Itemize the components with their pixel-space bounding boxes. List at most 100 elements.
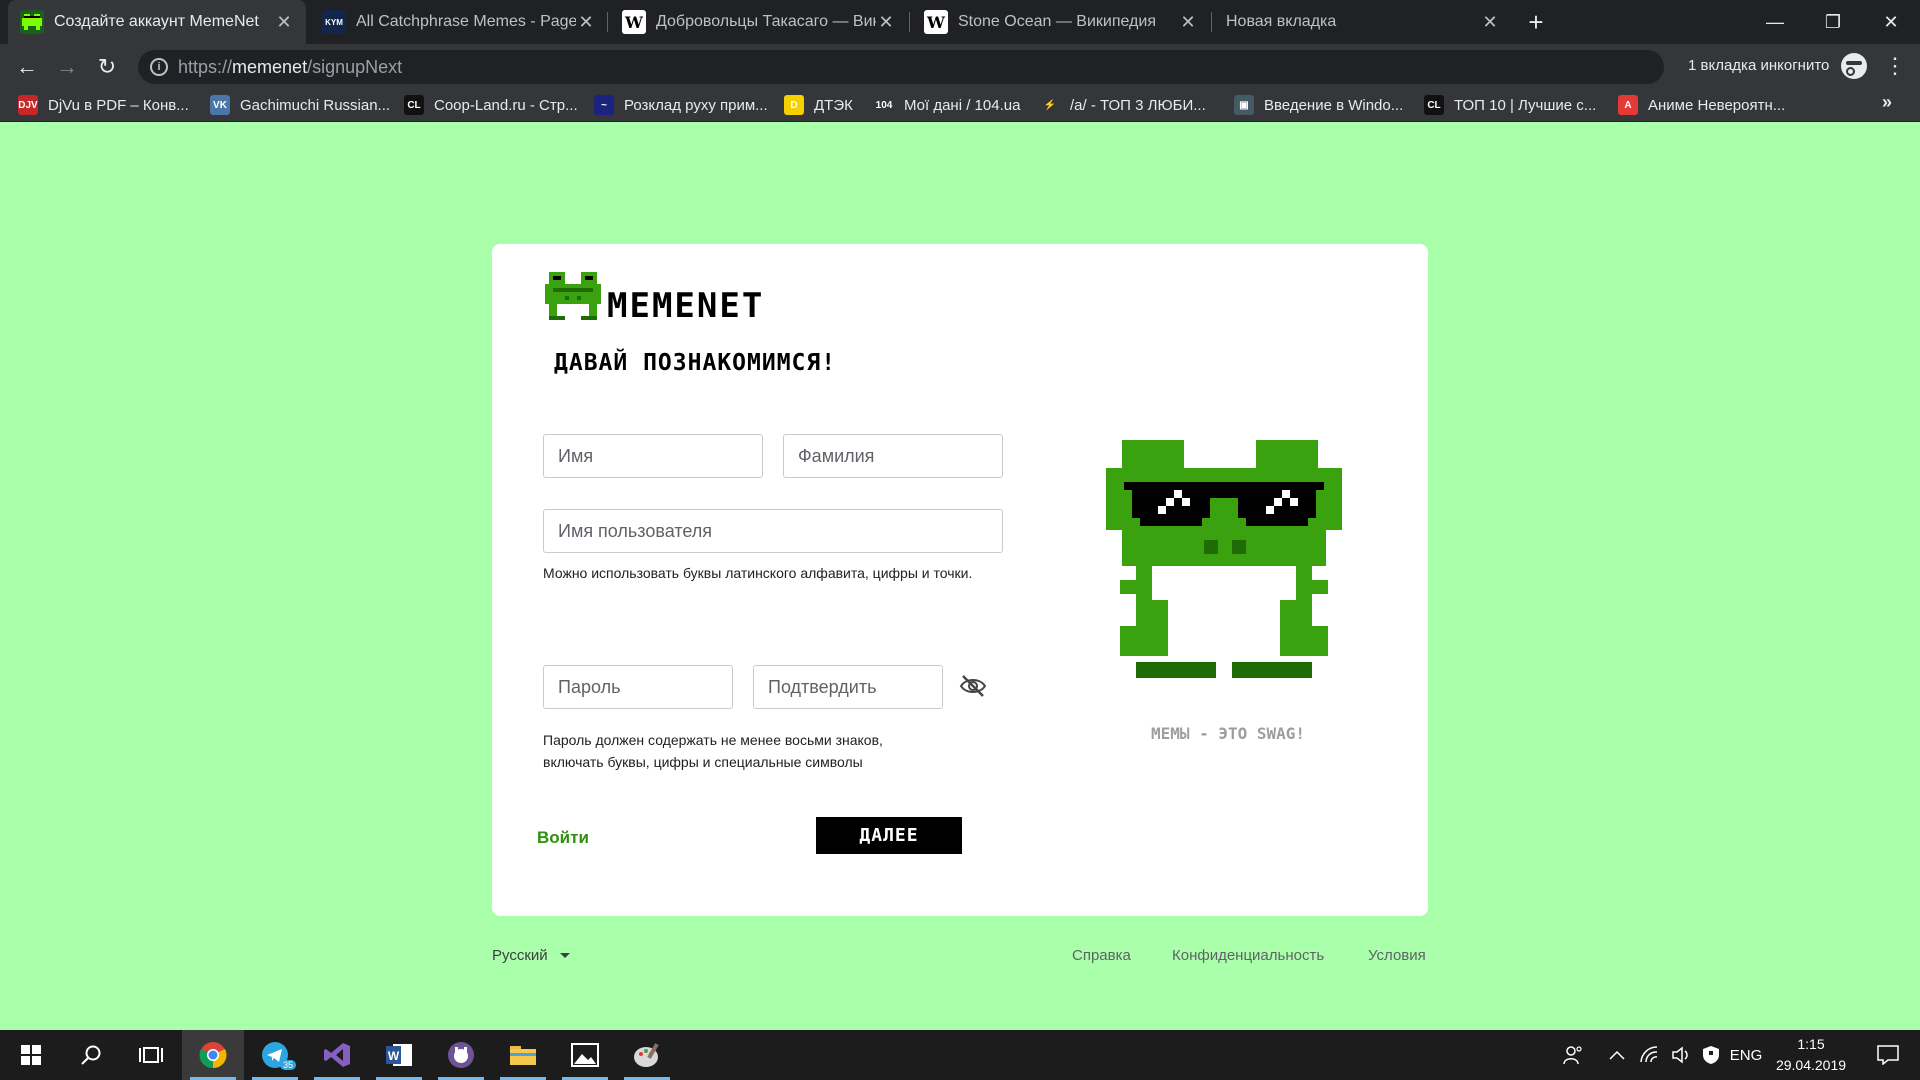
clock-date: 29.04.2019 <box>1775 1057 1847 1073</box>
reload-button[interactable]: ↻ <box>90 50 124 84</box>
hide-password-icon[interactable] <box>958 671 988 701</box>
site-info-icon[interactable]: i <box>150 58 168 76</box>
bookmark-label: Аниме Невероятн... <box>1648 96 1786 114</box>
bookmark-label: ДТЭК <box>814 96 853 114</box>
last-name-field[interactable] <box>783 434 1003 478</box>
bookmark-item[interactable]: 104 Мої дані / 104.ua <box>874 94 1020 116</box>
tab-catchphrase-memes[interactable]: KYM All Catchphrase Memes - Page 9 ✕ <box>310 0 608 44</box>
taskbar-paint[interactable] <box>616 1030 678 1080</box>
bookmark-favicon-icon: CL <box>404 95 424 115</box>
file-explorer-icon <box>510 1046 536 1065</box>
close-tab-icon[interactable]: ✕ <box>876 12 896 33</box>
username-field[interactable] <box>543 509 1003 553</box>
bookmark-item[interactable]: CL Coop-Land.ru - Стр... <box>404 94 578 116</box>
word-icon: W <box>386 1044 412 1066</box>
bookmark-item[interactable]: CL ТОП 10 | Лучшие с... <box>1424 94 1596 116</box>
tab-takasago[interactable]: W Добровольцы Такасаго — Вики ✕ <box>610 0 908 44</box>
taskbar-photos[interactable] <box>554 1030 616 1080</box>
taskbar-github[interactable] <box>430 1030 492 1080</box>
browser-menu-icon[interactable]: ⋮ <box>1880 49 1910 83</box>
bookmark-favicon-icon: 104 <box>874 95 894 115</box>
paint-icon <box>634 1043 659 1067</box>
incognito-label: 1 вкладка инкогнито <box>1688 57 1830 74</box>
next-button[interactable]: ДАЛЕЕ <box>816 817 962 854</box>
language-selector[interactable]: Русский <box>492 947 570 964</box>
bookmark-item[interactable]: DJV DjVu в PDF – Конв... <box>18 94 189 116</box>
tab-divider <box>909 12 910 32</box>
taskbar-chrome[interactable] <box>182 1030 244 1080</box>
svg-text:W: W <box>388 1049 400 1063</box>
notifications-icon[interactable] <box>1864 1030 1912 1080</box>
bookmark-item[interactable]: D ДТЭК <box>784 94 853 116</box>
memenet-logo-text: MEMENET <box>607 286 765 326</box>
bookmark-favicon-icon: ⚡ <box>1040 95 1060 115</box>
bookmark-item[interactable]: A Аниме Невероятн... <box>1618 94 1785 116</box>
tab-title: Новая вкладка <box>1226 13 1337 30</box>
clock-time: 1:15 <box>1797 1036 1825 1052</box>
tab-memenet[interactable]: Создайте аккаунт MemeNet ✕ <box>8 0 306 44</box>
close-tab-icon[interactable]: ✕ <box>274 12 294 33</box>
search-icon <box>81 1045 101 1065</box>
back-button[interactable]: ← <box>10 50 44 84</box>
taskbar-file-explorer[interactable] <box>492 1030 554 1080</box>
taskbar-telegram[interactable]: 35 <box>244 1030 306 1080</box>
wikipedia-icon: W <box>924 10 948 34</box>
bookmark-item[interactable]: VK Gachimuchi Russian... <box>210 94 390 116</box>
url-text[interactable]: https://memenet/signupNext <box>178 57 402 78</box>
tab-stone-ocean[interactable]: W Stone Ocean — Википедия ✕ <box>912 0 1210 44</box>
bookmark-item[interactable]: ▣ Введение в Windo... <box>1234 94 1403 116</box>
first-name-field[interactable] <box>543 434 763 478</box>
bookmark-favicon-icon: ▣ <box>1234 95 1254 115</box>
visual-studio-icon <box>324 1043 350 1067</box>
show-hidden-icons-chevron-up-icon[interactable] <box>1600 1030 1634 1080</box>
page-title: ДАВАЙ ПОЗНАКОМИМСЯ! <box>554 350 837 376</box>
start-button[interactable] <box>0 1030 62 1080</box>
people-icon[interactable] <box>1556 1030 1590 1080</box>
minimize-button[interactable]: — <box>1746 0 1804 44</box>
address-bar[interactable]: i https://memenet/signupNext <box>138 50 1664 84</box>
knowyourmeme-icon: KYM <box>322 10 346 34</box>
close-tab-icon[interactable]: ✕ <box>576 12 596 33</box>
url-host: memenet <box>232 57 308 77</box>
tagline: МЕМЫ - ЭТО SWAG! <box>1150 724 1306 743</box>
browser-toolbar: ← → ↻ i https://memenet/signupNext <box>0 44 1920 88</box>
terms-link[interactable]: Условия <box>1368 947 1426 964</box>
tab-divider <box>607 12 608 32</box>
tab-title: Создайте аккаунт MemeNet <box>54 13 259 30</box>
security-shield-icon[interactable] <box>1696 1030 1726 1080</box>
close-window-button[interactable]: ✕ <box>1862 0 1920 44</box>
close-tab-icon[interactable]: ✕ <box>1178 12 1198 33</box>
wikipedia-icon: W <box>622 10 646 34</box>
bookmark-label: Розклад руху прим... <box>624 96 768 114</box>
task-view-icon <box>139 1047 163 1063</box>
task-view-button[interactable] <box>120 1030 182 1080</box>
bookmark-item[interactable]: ⚡ /a/ - ТОП 3 ЛЮБИ... <box>1040 94 1206 116</box>
volume-icon[interactable] <box>1666 1030 1696 1080</box>
privacy-link[interactable]: Конфиденциальность <box>1172 947 1324 964</box>
close-tab-icon[interactable]: ✕ <box>1480 12 1500 33</box>
forward-button[interactable]: → <box>50 50 84 84</box>
system-clock[interactable]: 1:15 29.04.2019 <box>1756 1034 1866 1076</box>
search-button[interactable] <box>60 1030 122 1080</box>
chrome-icon <box>199 1042 227 1069</box>
taskbar-word[interactable]: W <box>368 1030 430 1080</box>
wifi-icon[interactable] <box>1634 1030 1666 1080</box>
bookmark-label: Введение в Windo... <box>1264 96 1404 114</box>
confirm-password-field[interactable] <box>753 665 943 709</box>
tab-title: Stone Ocean — Википедия <box>958 13 1156 30</box>
restore-button[interactable]: ❐ <box>1804 0 1862 44</box>
tab-divider <box>1211 12 1212 32</box>
bookmark-favicon-icon: DJV <box>18 95 38 115</box>
more-bookmarks-icon[interactable]: » <box>1882 92 1892 113</box>
tab-new-tab[interactable]: Новая вкладка ✕ <box>1214 0 1512 44</box>
password-hint-line-1: Пароль должен содержать не менее восьми … <box>543 732 883 748</box>
taskbar-visual-studio[interactable] <box>306 1030 368 1080</box>
sign-in-link[interactable]: Войти <box>537 828 589 848</box>
bookmark-item[interactable]: ~ Розклад руху прим... <box>594 94 768 116</box>
tab-title: All Catchphrase Memes - Page 9 <box>356 13 576 30</box>
new-tab-button[interactable]: + <box>1520 6 1552 38</box>
incognito-icon[interactable] <box>1841 53 1867 79</box>
photos-icon <box>571 1043 599 1067</box>
password-field[interactable] <box>543 665 733 709</box>
help-link[interactable]: Справка <box>1072 947 1131 964</box>
